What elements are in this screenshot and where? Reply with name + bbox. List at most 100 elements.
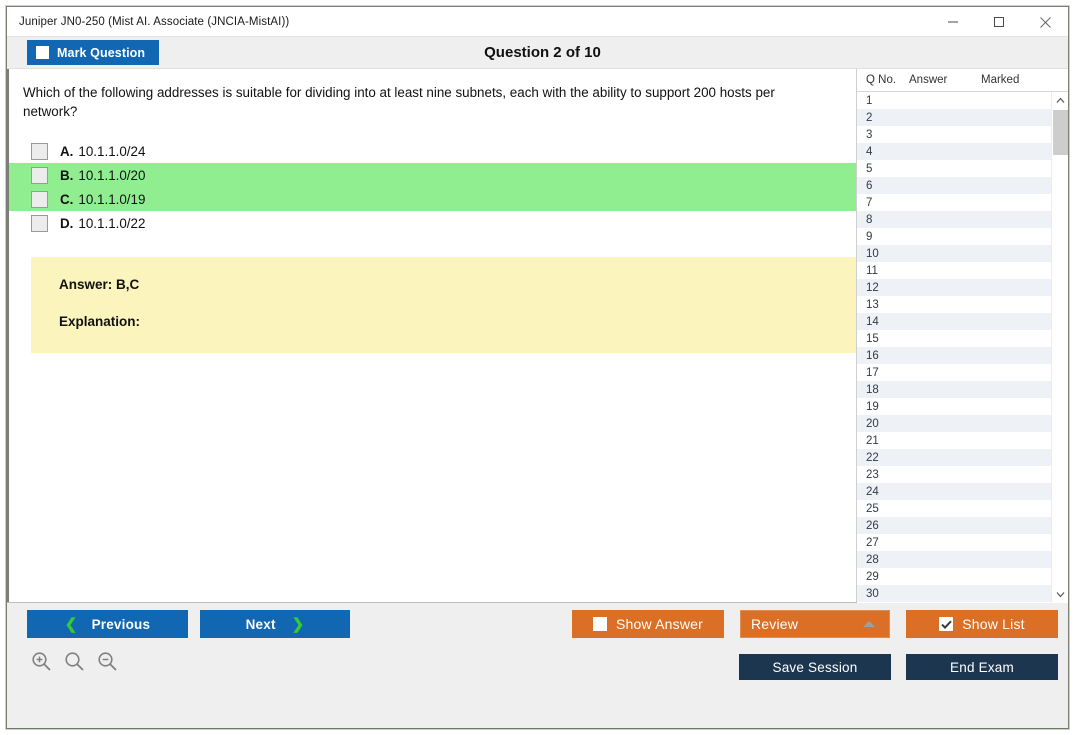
previous-label: Previous (91, 616, 151, 632)
zoom-in-icon[interactable] (31, 651, 52, 672)
question-list-pane: Q No. Answer Marked 1 2 3 4 5 6 7 8 9 10 11 12 13 14 1… (856, 69, 1068, 603)
option-letter: B. (60, 167, 74, 183)
question-list-row-number: 25 (866, 502, 879, 515)
question-list-row[interactable]: 21 (857, 432, 1052, 449)
column-header-answer: Answer (909, 74, 948, 86)
question-list-row[interactable]: 4 (857, 143, 1052, 160)
question-list-row[interactable]: 9 (857, 228, 1052, 245)
question-list-row[interactable]: 27 (857, 534, 1052, 551)
answer-label: Answer: B,C (59, 277, 140, 292)
question-list-row-number: 22 (866, 451, 879, 464)
question-list-scroll-area: 1 2 3 4 5 6 7 8 9 10 11 12 13 14 15 16 17 18 19 20 21 22 23 24 2… (857, 92, 1068, 603)
question-list-row[interactable]: 2 (857, 109, 1052, 126)
explanation-label: Explanation: (59, 314, 141, 329)
question-list-row-number: 2 (866, 111, 873, 124)
question-list-row-number: 1 (866, 94, 873, 107)
minimize-icon (948, 21, 958, 23)
question-list-row-number: 3 (866, 128, 873, 141)
column-header-marked: Marked (981, 74, 1020, 86)
option-row[interactable]: C. 10.1.1.0/19 (9, 187, 856, 211)
question-list-scrollbar[interactable] (1051, 92, 1068, 603)
option-row[interactable]: B. 10.1.1.0/20 (9, 163, 856, 187)
question-list-row-number: 15 (866, 332, 879, 345)
question-list-row[interactable]: 19 (857, 398, 1052, 415)
option-row[interactable]: D. 10.1.1.0/22 (9, 211, 856, 235)
option-checkbox-icon[interactable] (31, 142, 48, 160)
previous-button[interactable]: ❮ Previous (27, 610, 188, 638)
question-list-row[interactable]: 15 (857, 330, 1052, 347)
caret-up-icon (863, 621, 875, 627)
option-letter: C. (60, 191, 74, 207)
mark-question-button[interactable]: Mark Question (27, 40, 160, 65)
question-list-row[interactable]: 20 (857, 415, 1052, 432)
save-session-button[interactable]: Save Session (739, 654, 891, 680)
question-list-row-number: 28 (866, 553, 879, 566)
question-list-row[interactable]: 3 (857, 126, 1052, 143)
question-list-row[interactable]: 22 (857, 449, 1052, 466)
chevron-right-icon: ❯ (291, 616, 305, 633)
question-list-row[interactable]: 29 (857, 568, 1052, 585)
question-list-header: Q No. Answer Marked (857, 69, 1068, 92)
review-dropdown[interactable]: Review (740, 610, 890, 638)
question-list-row[interactable]: 8 (857, 211, 1052, 228)
option-checkbox-icon[interactable] (31, 214, 48, 232)
window-title: Juniper JN0-250 (Mist AI. Associate (JNC… (19, 15, 290, 28)
question-list-row[interactable]: 5 (857, 160, 1052, 177)
question-list-row-number: 12 (866, 281, 879, 294)
question-list-row-number: 7 (866, 196, 873, 209)
show-list-checkbox-icon (939, 617, 954, 631)
question-list-row[interactable]: 18 (857, 381, 1052, 398)
show-answer-button[interactable]: Show Answer (572, 610, 724, 638)
question-list-row[interactable]: 26 (857, 517, 1052, 534)
zoom-reset-icon[interactable] (64, 651, 85, 672)
scroll-down-button[interactable] (1052, 586, 1068, 603)
question-list-row-number: 11 (866, 264, 878, 277)
question-text: Which of the following addresses is suit… (23, 85, 775, 119)
question-list-row[interactable]: 17 (857, 364, 1052, 381)
close-icon (1039, 16, 1051, 28)
question-list-row[interactable]: 28 (857, 551, 1052, 568)
option-text: 10.1.1.0/24 (78, 143, 146, 159)
question-list-row[interactable]: 1 (857, 92, 1052, 109)
question-header-bar: Mark Question Question 2 of 10 (7, 37, 1068, 69)
option-row[interactable]: A. 10.1.1.0/24 (9, 139, 856, 163)
exam-window: Juniper JN0-250 (Mist AI. Associate (JNC… (6, 6, 1069, 729)
question-list-row[interactable]: 16 (857, 347, 1052, 364)
question-list-row[interactable]: 25 (857, 500, 1052, 517)
show-list-button[interactable]: Show List (906, 610, 1058, 638)
question-list-row-number: 10 (866, 247, 879, 260)
option-checkbox-icon[interactable] (31, 190, 48, 208)
question-list-row-number: 13 (866, 298, 879, 311)
show-answer-label: Show Answer (615, 616, 704, 632)
question-list-row[interactable]: 10 (857, 245, 1052, 262)
question-list-row[interactable]: 7 (857, 194, 1052, 211)
end-exam-button[interactable]: End Exam (906, 654, 1058, 680)
question-list-row[interactable]: 11 (857, 262, 1052, 279)
question-list-row-number: 8 (866, 213, 873, 226)
question-list-row-number: 23 (866, 468, 879, 481)
minimize-button[interactable] (930, 7, 976, 37)
question-list-row[interactable]: 30 (857, 585, 1052, 602)
question-list-row-number: 26 (866, 519, 879, 532)
question-list-row-number: 9 (866, 230, 873, 243)
question-list-row[interactable]: 14 (857, 313, 1052, 330)
option-checkbox-icon[interactable] (31, 166, 48, 184)
close-button[interactable] (1022, 7, 1068, 37)
show-answer-checkbox-icon (592, 617, 607, 631)
zoom-controls (31, 651, 118, 672)
zoom-out-icon[interactable] (97, 651, 118, 672)
question-list-row[interactable]: 23 (857, 466, 1052, 483)
question-list-row[interactable]: 24 (857, 483, 1052, 500)
question-list-row-number: 20 (866, 417, 879, 430)
chevron-down-icon (1056, 592, 1064, 598)
question-list-row[interactable]: 12 (857, 279, 1052, 296)
question-list-row[interactable]: 6 (857, 177, 1052, 194)
question-list-row[interactable]: 13 (857, 296, 1052, 313)
maximize-button[interactable] (976, 7, 1022, 37)
scrollbar-thumb[interactable] (1053, 110, 1068, 155)
column-header-qno: Q No. (866, 74, 897, 86)
next-button[interactable]: Next ❯ (200, 610, 350, 638)
scroll-up-button[interactable] (1052, 92, 1068, 109)
end-exam-label: End Exam (950, 659, 1014, 675)
question-list-row-number: 24 (866, 485, 879, 498)
